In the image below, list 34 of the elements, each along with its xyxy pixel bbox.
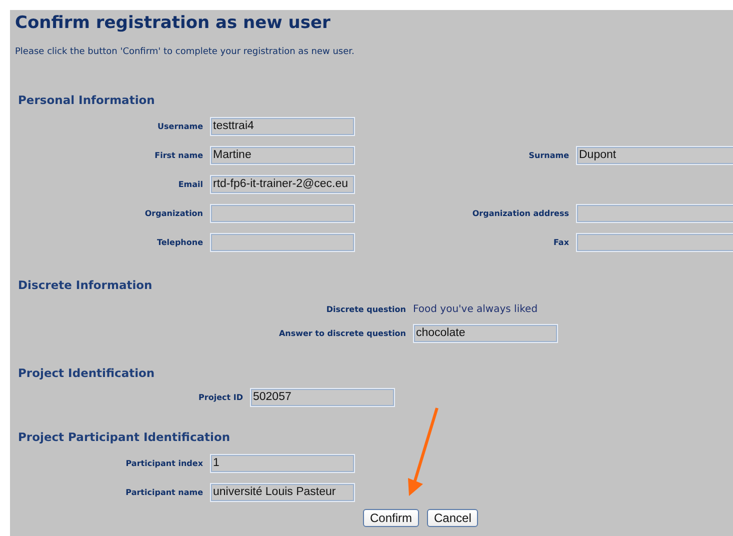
text-field[interactable] [210, 204, 355, 223]
field-label: Organization [144, 209, 204, 218]
field-label: Participant name [124, 488, 204, 497]
text-field[interactable]: 1 [210, 454, 355, 473]
field-label: Surname [528, 151, 570, 160]
text-field[interactable] [210, 233, 355, 252]
cancel-button[interactable]: Cancel [427, 509, 478, 527]
text-field[interactable] [576, 204, 733, 223]
field-label: First name [154, 151, 204, 160]
field-label: Username [156, 122, 204, 131]
text-field[interactable]: université Louis Pasteur [210, 483, 355, 502]
text-field[interactable]: 502057 [250, 388, 395, 406]
field-value: Food you've always liked [413, 304, 538, 314]
field-label: Answer to discrete question [278, 328, 407, 338]
field-label: Discrete question [325, 304, 407, 314]
field-label: Telephone [156, 238, 204, 247]
section-heading: Discrete Information [18, 277, 154, 293]
confirm-button[interactable]: Confirm [363, 509, 420, 527]
text-field[interactable]: Martine [210, 146, 355, 165]
section-heading: Project Participant Identification [18, 429, 232, 445]
intro-text: Please click the button 'Confirm' to complete your registration as new user. [15, 46, 356, 58]
field-label: Fax [552, 238, 570, 247]
field-label: Email [177, 180, 204, 189]
field-label: Organization address [471, 209, 570, 218]
section-heading: Project Identification [18, 365, 156, 381]
text-field[interactable]: testtrai4 [210, 117, 355, 136]
field-label: Project ID [198, 392, 244, 402]
page-title: Confirm registration as new user [15, 12, 332, 34]
text-field[interactable]: chocolate [413, 324, 558, 342]
field-label: Participant index [124, 459, 204, 468]
text-field[interactable] [576, 233, 733, 252]
text-field[interactable]: rtd-fp6-it-trainer-2@cec.eu [210, 175, 355, 194]
text-field[interactable]: Dupont [576, 146, 733, 165]
section-heading: Personal Information [18, 92, 156, 108]
